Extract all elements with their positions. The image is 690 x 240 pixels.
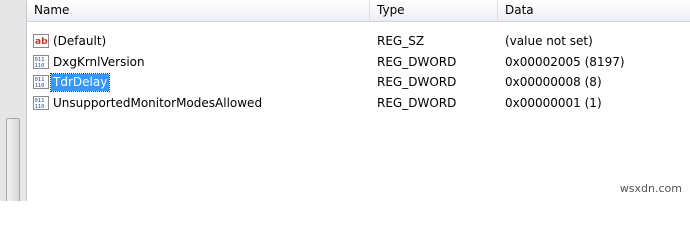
vertical-scrollbar[interactable] <box>0 0 26 201</box>
column-header-name[interactable]: Name <box>27 0 370 21</box>
svg-text:110: 110 <box>35 104 45 110</box>
value-name: DxgKrnlVersion <box>53 54 145 69</box>
svg-text:ab: ab <box>35 37 48 47</box>
binary-value-icon: 011 110 <box>33 55 49 69</box>
value-data: (value not set) <box>505 34 593 48</box>
value-data: 0x00000001 (1) <box>505 96 602 110</box>
value-type: REG_DWORD <box>377 96 457 110</box>
scrollbar-thumb[interactable] <box>6 118 20 201</box>
svg-text:110: 110 <box>35 63 45 69</box>
value-type: REG_SZ <box>377 34 425 48</box>
string-value-icon: ab <box>33 34 49 48</box>
value-name: (Default) <box>53 33 107 48</box>
column-header-data[interactable]: Data <box>498 0 690 21</box>
value-data: 0x00002005 (8197) <box>505 55 625 69</box>
column-header: Name Type Data <box>27 0 690 22</box>
watermark: wsxdn.com <box>619 182 682 195</box>
list-item[interactable]: ab (Default) REG_SZ (value not set) <box>27 31 690 51</box>
registry-values-list: Name Type Data ab (Default) REG_SZ (valu… <box>26 0 690 201</box>
list-item[interactable]: 011 110 TdrDelay REG_DWORD 0x00000008 (8… <box>27 72 690 92</box>
binary-value-icon: 011 110 <box>33 75 49 89</box>
value-name: UnsupportedMonitorModesAllowed <box>53 95 263 110</box>
column-header-type[interactable]: Type <box>370 0 498 21</box>
value-data: 0x00000008 (8) <box>505 75 602 89</box>
value-type: REG_DWORD <box>377 55 457 69</box>
value-name: TdrDelay <box>49 72 111 92</box>
list-item[interactable]: 011 110 UnsupportedMonitorModesAllowed R… <box>27 93 690 113</box>
binary-value-icon: 011 110 <box>33 96 49 110</box>
value-type: REG_DWORD <box>377 75 457 89</box>
svg-text:110: 110 <box>35 83 45 89</box>
list-item[interactable]: 011 110 DxgKrnlVersion REG_DWORD 0x00002… <box>27 52 690 72</box>
